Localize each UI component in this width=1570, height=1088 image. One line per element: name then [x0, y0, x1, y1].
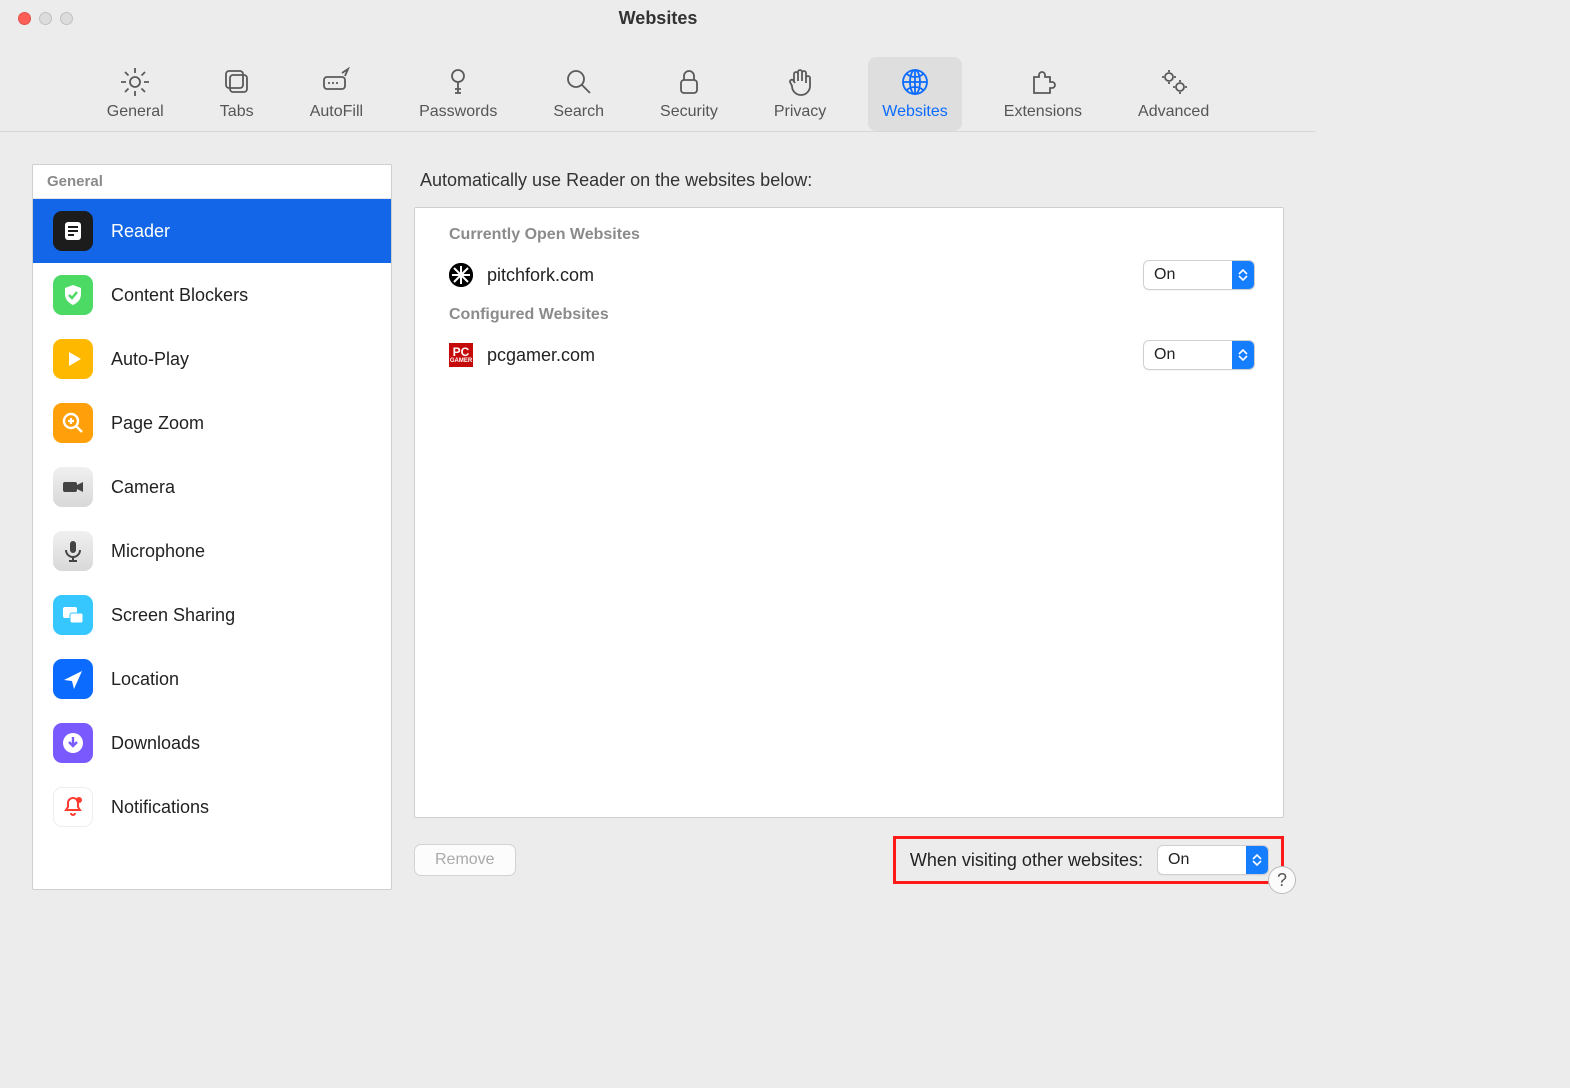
- default-label: When visiting other websites:: [910, 850, 1143, 871]
- lock-icon: [672, 65, 706, 99]
- toolbar-privacy[interactable]: Privacy: [760, 57, 840, 131]
- toolbar-security[interactable]: Security: [646, 57, 732, 131]
- toolbar-tabs[interactable]: Tabs: [206, 57, 268, 131]
- reader-select-pcgamer[interactable]: On: [1143, 340, 1255, 370]
- sidebar-label: Location: [111, 669, 179, 690]
- toolbar-label: Security: [660, 103, 718, 121]
- sidebar-item-screen-sharing[interactable]: Screen Sharing: [33, 583, 391, 647]
- toolbar: General Tabs AutoFill Passwords Search S…: [0, 36, 1316, 132]
- window-title: Websites: [0, 8, 1316, 29]
- section-intro: Automatically use Reader on the websites…: [414, 164, 1284, 207]
- toolbar-advanced[interactable]: Advanced: [1124, 57, 1223, 131]
- gear-icon: [118, 65, 152, 99]
- remove-button[interactable]: Remove: [414, 844, 516, 876]
- websites-table[interactable]: Currently Open Websites pitchfork.com On…: [414, 207, 1284, 818]
- search-icon: [562, 65, 596, 99]
- footer: Remove When visiting other websites: On: [414, 818, 1284, 890]
- content-area: General Reader Content Blockers Auto-Pla…: [0, 132, 1316, 908]
- sidebar-label: Downloads: [111, 733, 200, 754]
- microphone-icon: [53, 531, 93, 571]
- sidebar-header: General: [33, 165, 391, 199]
- sidebar-label: Page Zoom: [111, 413, 204, 434]
- tabs-icon: [220, 65, 254, 99]
- preferences-window: Websites General Tabs AutoFill Passwords…: [0, 0, 1316, 908]
- toolbar-label: Tabs: [220, 103, 254, 121]
- group-title-configured: Configured Websites: [415, 298, 1283, 332]
- help-button[interactable]: ?: [1268, 866, 1296, 894]
- select-value: On: [1144, 266, 1232, 284]
- sidebar: General Reader Content Blockers Auto-Pla…: [32, 164, 392, 890]
- traffic-lights: [0, 12, 73, 25]
- sidebar-item-location[interactable]: Location: [33, 647, 391, 711]
- toolbar-extensions[interactable]: Extensions: [990, 57, 1096, 131]
- select-value: On: [1144, 346, 1232, 364]
- autofill-icon: [319, 65, 353, 99]
- sidebar-item-microphone[interactable]: Microphone: [33, 519, 391, 583]
- reader-select-default[interactable]: On: [1157, 845, 1269, 875]
- sidebar-item-page-zoom[interactable]: Page Zoom: [33, 391, 391, 455]
- toolbar-label: General: [107, 103, 164, 121]
- play-icon: [53, 339, 93, 379]
- gears-icon: [1157, 65, 1191, 99]
- select-value: On: [1158, 851, 1246, 869]
- chevron-updown-icon: [1246, 846, 1268, 874]
- globe-icon: [898, 65, 932, 99]
- default-setting-highlight: When visiting other websites: On: [893, 836, 1284, 884]
- toolbar-general[interactable]: General: [93, 57, 178, 131]
- site-name: pitchfork.com: [487, 265, 1143, 286]
- puzzle-icon: [1026, 65, 1060, 99]
- sidebar-item-camera[interactable]: Camera: [33, 455, 391, 519]
- reader-icon: [53, 211, 93, 251]
- titlebar: Websites: [0, 0, 1316, 36]
- sidebar-label: Screen Sharing: [111, 605, 235, 626]
- favicon-pitchfork: [449, 263, 473, 287]
- sidebar-list: Reader Content Blockers Auto-Play Page Z…: [33, 199, 391, 889]
- sidebar-item-notifications[interactable]: Notifications: [33, 775, 391, 839]
- sidebar-item-auto-play[interactable]: Auto-Play: [33, 327, 391, 391]
- sidebar-item-content-blockers[interactable]: Content Blockers: [33, 263, 391, 327]
- table-row[interactable]: pitchfork.com On: [415, 252, 1283, 298]
- table-row[interactable]: PCGAMER pcgamer.com On: [415, 332, 1283, 378]
- group-title-open: Currently Open Websites: [415, 218, 1283, 252]
- minimize-window-button[interactable]: [39, 12, 52, 25]
- toolbar-label: Advanced: [1138, 103, 1209, 121]
- chevron-updown-icon: [1232, 261, 1254, 289]
- toolbar-label: Extensions: [1004, 103, 1082, 121]
- toolbar-search[interactable]: Search: [539, 57, 618, 131]
- sidebar-item-downloads[interactable]: Downloads: [33, 711, 391, 775]
- toolbar-autofill[interactable]: AutoFill: [296, 57, 377, 131]
- site-name: pcgamer.com: [487, 345, 1143, 366]
- hand-icon: [783, 65, 817, 99]
- chevron-updown-icon: [1232, 341, 1254, 369]
- location-icon: [53, 659, 93, 699]
- sidebar-item-reader[interactable]: Reader: [33, 199, 391, 263]
- sidebar-label: Camera: [111, 477, 175, 498]
- toolbar-label: Passwords: [419, 103, 497, 121]
- shield-check-icon: [53, 275, 93, 315]
- toolbar-label: Websites: [882, 103, 948, 121]
- reader-select-pitchfork[interactable]: On: [1143, 260, 1255, 290]
- close-window-button[interactable]: [18, 12, 31, 25]
- toolbar-websites[interactable]: Websites: [868, 57, 962, 131]
- download-icon: [53, 723, 93, 763]
- sidebar-label: Reader: [111, 221, 170, 242]
- bell-icon: [53, 787, 93, 827]
- zoom-icon: [53, 403, 93, 443]
- toolbar-label: Search: [553, 103, 604, 121]
- key-icon: [441, 65, 475, 99]
- sidebar-label: Content Blockers: [111, 285, 248, 306]
- sidebar-label: Microphone: [111, 541, 205, 562]
- maximize-window-button[interactable]: [60, 12, 73, 25]
- sidebar-label: Auto-Play: [111, 349, 189, 370]
- camera-icon: [53, 467, 93, 507]
- toolbar-passwords[interactable]: Passwords: [405, 57, 511, 131]
- favicon-pcgamer: PCGAMER: [449, 343, 473, 367]
- screen-sharing-icon: [53, 595, 93, 635]
- toolbar-label: Privacy: [774, 103, 826, 121]
- toolbar-label: AutoFill: [310, 103, 363, 121]
- sidebar-label: Notifications: [111, 797, 209, 818]
- right-pane: Automatically use Reader on the websites…: [414, 164, 1284, 890]
